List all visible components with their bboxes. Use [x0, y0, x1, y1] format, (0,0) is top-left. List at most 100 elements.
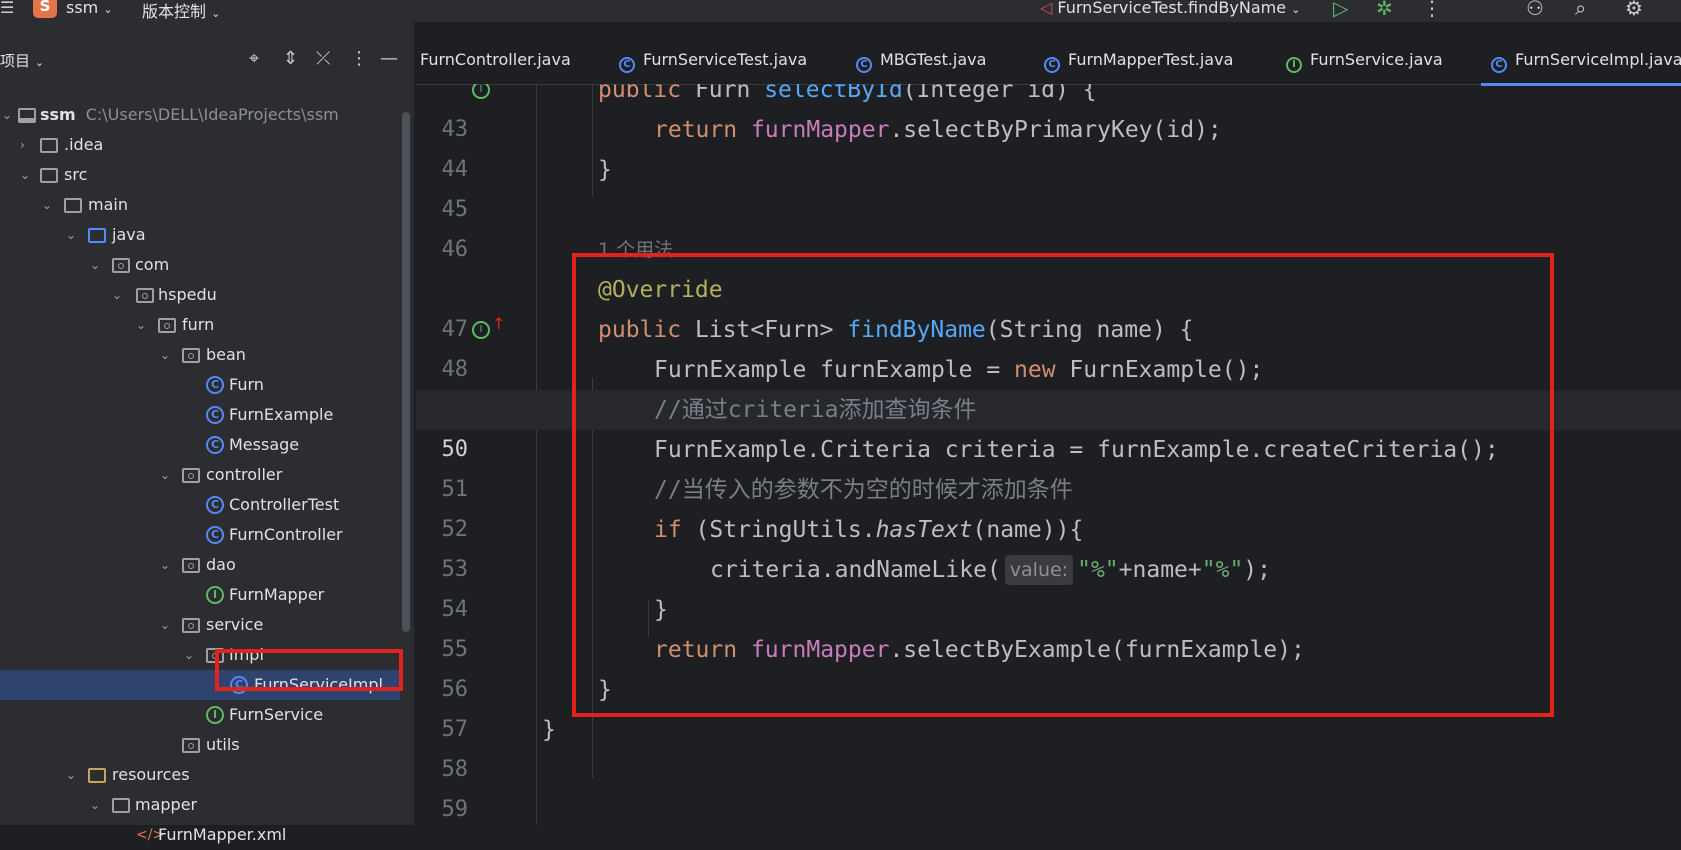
chevron-down-icon[interactable]: ⌄: [20, 160, 34, 190]
folder-icon: [112, 798, 130, 813]
tree-node-furncontroller[interactable]: C FurnController: [0, 520, 400, 550]
tree-node-controller[interactable]: ⌄ controller: [0, 460, 400, 490]
tree-node-main[interactable]: ⌄ main: [0, 190, 400, 220]
code-token: if: [654, 517, 682, 543]
tree-label: furn: [182, 315, 215, 334]
collapse-all-icon[interactable]: ⤫: [316, 48, 330, 69]
add-user-icon[interactable]: ⚇: [1526, 0, 1544, 20]
chevron-right-icon[interactable]: ›: [20, 130, 34, 160]
package-icon: [182, 558, 200, 573]
options-icon[interactable]: ⋮: [350, 48, 368, 69]
implements-gutter-icon[interactable]: I: [472, 84, 490, 99]
tree-node-bean[interactable]: ⌄ bean: [0, 340, 400, 370]
class-icon: C: [230, 676, 248, 694]
main-menu-icon[interactable]: ☰: [0, 0, 14, 20]
tree-label: controller: [206, 465, 283, 484]
chevron-down-icon: ⌄: [1291, 3, 1301, 16]
overrides-arrow-icon[interactable]: ↑: [492, 304, 505, 344]
tree-node-furnexample[interactable]: C FurnExample: [0, 400, 400, 430]
vcs-label: 版本控制: [142, 2, 207, 21]
tree-node-impl[interactable]: ⌄ Impl: [0, 640, 400, 670]
tree-label: com: [135, 255, 170, 274]
usages-hint[interactable]: 1 个用法: [598, 230, 673, 270]
tree-label: ssm: [40, 105, 76, 124]
implements-gutter-icon[interactable]: I: [472, 321, 490, 339]
tree-label: hspedu: [158, 285, 217, 304]
chevron-down-icon[interactable]: ⌄: [160, 610, 174, 640]
class-icon: C: [856, 57, 872, 73]
project-tool-window: 项目 ⌄ ⌖ ⇕ ⤫ ⋮ — ⌄ ssm C:\Users\DELL\IdeaPr…: [0, 22, 415, 844]
vcs-widget[interactable]: 版本控制 ⌄: [142, 0, 220, 22]
tab-furnservice[interactable]: I FurnService.java: [1286, 50, 1443, 73]
chevron-down-icon[interactable]: ⌄: [112, 280, 126, 310]
tab-furncontroller[interactable]: FurnController.java: [420, 50, 571, 69]
chevron-down-icon[interactable]: ⌄: [160, 340, 174, 370]
tree-node-mapper[interactable]: ⌄ mapper: [0, 790, 400, 820]
project-name: ssm: [66, 0, 99, 17]
project-switcher[interactable]: ssm ⌄: [66, 0, 113, 17]
tree-node-furn-class[interactable]: C Furn: [0, 370, 400, 400]
chevron-down-icon[interactable]: ⌄: [184, 640, 198, 670]
tree-node-furn[interactable]: ⌄ furn: [0, 310, 400, 340]
tree-node-com[interactable]: ⌄ com: [0, 250, 400, 280]
run-config-label: FurnServiceTest.findByName: [1057, 0, 1287, 17]
tree-label: FurnController: [229, 525, 343, 544]
code-view[interactable]: 43 I public Furn selectById(Integer id) …: [416, 84, 1681, 825]
source-folder-icon: [88, 228, 106, 243]
class-icon: C: [206, 406, 224, 424]
code-token: public: [598, 317, 682, 343]
tree-node-message[interactable]: C Message: [0, 430, 400, 460]
usage-hint-line: 1 个用法: [416, 230, 1681, 270]
chevron-down-icon[interactable]: ⌄: [2, 100, 16, 130]
chevron-down-icon[interactable]: ⌄: [66, 220, 80, 250]
tab-furnservicetest[interactable]: C FurnServiceTest.java: [619, 50, 807, 73]
more-actions-icon[interactable]: ⋮: [1422, 0, 1442, 20]
tree-node-hspedu[interactable]: ⌄ hspedu: [0, 280, 400, 310]
tree-node-dao[interactable]: ⌄ dao: [0, 550, 400, 580]
expand-all-icon[interactable]: ⇕: [283, 48, 298, 69]
tab-mbgtest[interactable]: C MBGTest.java: [856, 50, 986, 73]
project-panel-title[interactable]: 项目 ⌄: [0, 50, 44, 71]
chevron-down-icon[interactable]: ⌄: [90, 790, 104, 820]
tree-node-ssm[interactable]: ⌄ ssm C:\Users\DELL\IdeaProjects\ssm: [0, 100, 400, 130]
settings-gear-icon[interactable]: ⚙: [1625, 0, 1643, 20]
tree-node-service[interactable]: ⌄ service: [0, 610, 400, 640]
project-panel-header: 项目 ⌄ ⌖ ⇕ ⤫ ⋮ —: [0, 22, 414, 70]
tree-node-resources[interactable]: ⌄ resources: [0, 760, 400, 790]
tree-node-controllertest[interactable]: C ControllerTest: [0, 490, 400, 520]
tree-label: FurnExample: [229, 405, 334, 424]
code-string: "%": [1077, 557, 1119, 583]
project-badge[interactable]: S: [33, 0, 57, 18]
module-icon: [18, 108, 36, 123]
tab-label: FurnController.java: [420, 50, 571, 69]
code-line-56: 56 return furnMapper.selectByExample(fur…: [416, 630, 1681, 702]
debug-icon[interactable]: ✲: [1376, 0, 1393, 20]
chevron-down-icon[interactable]: ⌄: [90, 250, 104, 280]
code-token: FurnExample.Criteria criteria = furnExam…: [654, 437, 1499, 463]
tab-furnserviceimpl[interactable]: C FurnServiceImpl.java: [1481, 50, 1681, 86]
tree-scrollbar[interactable]: [402, 112, 410, 632]
locate-target-icon[interactable]: ⌖: [249, 48, 259, 69]
run-icon[interactable]: ▷: [1333, 0, 1348, 20]
tab-furnmappertest[interactable]: C FurnMapperTest.java: [1044, 50, 1233, 73]
chevron-down-icon[interactable]: ⌄: [160, 550, 174, 580]
tree-node-furnmapper[interactable]: I FurnMapper: [0, 580, 400, 610]
hide-panel-icon[interactable]: —: [380, 48, 398, 69]
tree-node-utils[interactable]: utils: [0, 730, 400, 760]
tree-node-java[interactable]: ⌄ java: [0, 220, 400, 250]
search-icon[interactable]: ⌕: [1575, 0, 1586, 20]
tree-node-furnservice[interactable]: I FurnService: [0, 700, 400, 730]
tab-label: FurnServiceImpl.java: [1515, 50, 1681, 69]
chevron-down-icon[interactable]: ⌄: [66, 760, 80, 790]
code-token: furnMapper: [750, 117, 890, 143]
chevron-down-icon[interactable]: ⌄: [160, 460, 174, 490]
interface-icon: I: [1286, 57, 1302, 73]
tree-node-idea[interactable]: › .idea: [0, 130, 400, 160]
chevron-down-icon[interactable]: ⌄: [42, 190, 56, 220]
chevron-down-icon[interactable]: ⌄: [136, 310, 150, 340]
tree-node-furnserviceimpl[interactable]: C FurnServiceImpl: [0, 670, 400, 700]
tree-node-src[interactable]: ⌄ src: [0, 160, 400, 190]
run-config-selector[interactable]: ◁ FurnServiceTest.findByName ⌄: [1040, 0, 1300, 17]
class-icon: C: [206, 526, 224, 544]
code-line-50: 50 //通过criteria添加查询条件: [416, 390, 1681, 462]
